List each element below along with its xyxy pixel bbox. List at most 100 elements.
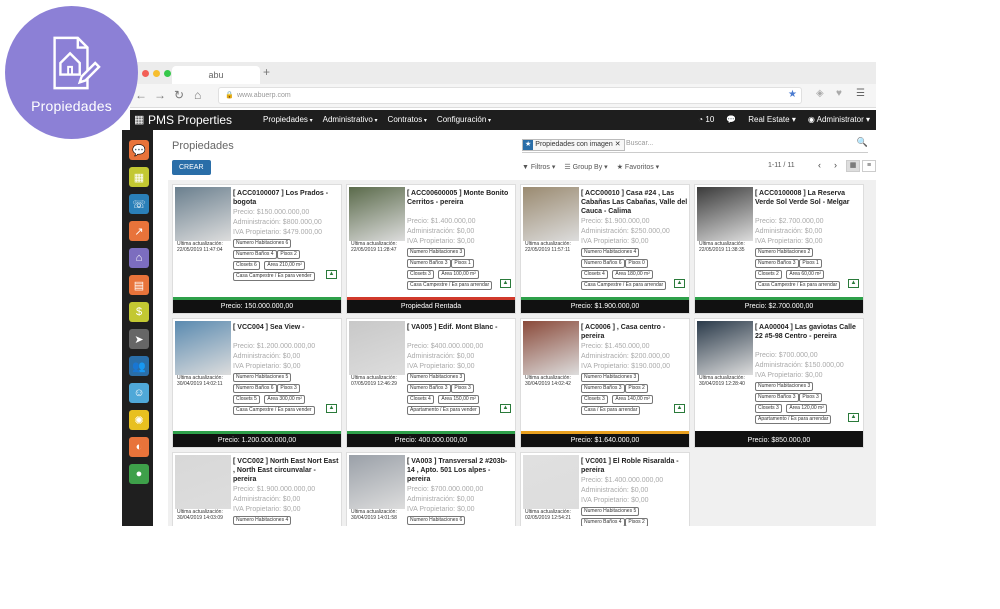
- property-iva: IVA Propietario: $0,00: [581, 238, 649, 245]
- property-tag: Pisos 2: [625, 384, 648, 393]
- property-admin-fee: Administración: $0,00: [407, 496, 475, 503]
- price-footer: Precio: 150.000.000,00: [173, 297, 341, 313]
- sidebar-app-icon[interactable]: ✺: [129, 410, 149, 430]
- property-tag: Area 300,00 m²: [264, 395, 305, 404]
- url-field[interactable]: 🔒 www.abuerp.com ★: [218, 87, 802, 104]
- property-card[interactable]: [ VCC002 ] North East Nort East , North …: [172, 452, 342, 526]
- chat-icon[interactable]: 💬: [726, 115, 736, 124]
- image-gallery-icon[interactable]: ▲: [674, 279, 685, 288]
- apps-grid-icon[interactable]: ▦: [134, 113, 144, 126]
- sidebar-app-icon[interactable]: ➤: [129, 329, 149, 349]
- property-title: [ AC0006 ] , Casa centro - pereira: [581, 324, 666, 340]
- back-icon[interactable]: ←: [135, 88, 147, 102]
- create-button[interactable]: CREAR: [172, 160, 211, 175]
- image-gallery-icon[interactable]: ▲: [500, 279, 511, 288]
- sidebar-app-icon[interactable]: $: [129, 302, 149, 322]
- menu-configuracion[interactable]: Configuración: [437, 115, 491, 124]
- property-tag: Area 100,00 m²: [438, 270, 479, 279]
- maximize-dot[interactable]: [164, 70, 171, 77]
- property-card[interactable]: [ VC001 ] El Roble Risaralda - pereira Pr…: [520, 452, 690, 526]
- shield-icon[interactable]: ◈: [816, 88, 824, 99]
- property-tag: Pisos 0: [625, 259, 648, 268]
- last-updated: Ultima actualización: 07/05/2019 12:46:29: [351, 375, 407, 387]
- sidebar-app-icon[interactable]: ☺: [129, 383, 149, 403]
- forward-icon[interactable]: →: [154, 88, 166, 102]
- company-switcher[interactable]: Real Estate ▾: [748, 115, 796, 124]
- price-footer: Precio: 400.000.000,00: [347, 431, 515, 447]
- favorites-dropdown[interactable]: ★ Favoritos ▾: [617, 163, 660, 171]
- property-image: [523, 455, 579, 509]
- property-card[interactable]: [ ACC00600005 ] Monte Bonito Cerritos - …: [346, 184, 516, 314]
- updated-date: 30/04/2019 14:03:09: [177, 515, 223, 521]
- sidebar-app-icon[interactable]: ●: [129, 464, 149, 484]
- property-card[interactable]: [ VCC004 ] Sea View - Precio: $1.200.000.…: [172, 318, 342, 448]
- property-tag: Numero Habitaciones 4: [233, 516, 292, 525]
- sidebar-app-icon[interactable]: ◐: [129, 437, 149, 457]
- pager-value[interactable]: 1-11 / 11: [768, 162, 795, 169]
- sidebar-app-icon[interactable]: ☏: [129, 194, 149, 214]
- image-gallery-icon[interactable]: ▲: [848, 279, 859, 288]
- property-tag: Numero Habitaciones 4: [581, 248, 640, 257]
- sidebar-app-icon[interactable]: ▤: [129, 275, 149, 295]
- last-updated: Ultima actualización: 30/04/2019 14:01:58: [351, 509, 407, 521]
- kanban-view-icon[interactable]: ▦: [846, 160, 860, 172]
- updated-date: 02/05/2019 12:54:21: [525, 515, 571, 521]
- search-bar[interactable]: ★ Propiedades con imagen ✕ Buscar... 🔍: [522, 137, 868, 153]
- image-gallery-icon[interactable]: ▲: [500, 404, 511, 413]
- hamburger-menu-icon[interactable]: ☰: [856, 88, 865, 99]
- property-admin-fee: Administración: $0,00: [233, 496, 301, 503]
- list-view-icon[interactable]: ≡: [862, 160, 876, 172]
- notifications[interactable]: ◔ 10: [698, 115, 714, 124]
- browser-tab[interactable]: abu: [172, 66, 260, 84]
- minimize-dot[interactable]: [153, 70, 160, 77]
- image-gallery-icon[interactable]: ▲: [674, 404, 685, 413]
- menu-contratos[interactable]: Contratos: [388, 115, 427, 124]
- pager-previous-icon[interactable]: ‹: [818, 160, 821, 170]
- property-card[interactable]: [ VA005 ] Edif. Mont Blanc - Precio: $400…: [346, 318, 516, 448]
- property-card[interactable]: [ ACC0100008 ] La Reserva Verde Sol Verd…: [694, 184, 864, 314]
- sidebar-app-icon[interactable]: ▦: [129, 167, 149, 187]
- menu-administrativo[interactable]: Administrativo: [323, 115, 378, 124]
- lock-icon: 🔒: [225, 92, 234, 99]
- image-gallery-icon[interactable]: ▲: [848, 413, 859, 422]
- image-gallery-icon[interactable]: ▲: [326, 270, 337, 279]
- filters-dropdown[interactable]: ▼ Filtros ▾: [522, 163, 555, 171]
- image-gallery-icon[interactable]: ▲: [326, 404, 337, 413]
- property-tag: Numero Habitaciones 3: [581, 373, 640, 382]
- sidebar-app-icon[interactable]: ↗: [129, 221, 149, 241]
- property-title: [ ACC0100007 ] Los Prados - bogota: [233, 190, 329, 206]
- remove-facet-icon[interactable]: ✕: [615, 141, 621, 148]
- bookmark-star-icon[interactable]: ★: [788, 87, 797, 102]
- last-updated: Ultima actualización: 22/05/2019 11:28:47: [351, 241, 407, 253]
- property-card[interactable]: [ VA003 ] Transversal 2 #203b-14 , Apto.…: [346, 452, 516, 526]
- updated-date: 30/04/2019 12:28:40: [699, 381, 745, 387]
- property-card[interactable]: [ AA00004 ] Las gaviotas Calle 22 #5-98 …: [694, 318, 864, 448]
- sidebar-app-icon[interactable]: ⌂: [129, 248, 149, 268]
- menu-propiedades[interactable]: Propiedades: [263, 115, 313, 124]
- price-footer: Propiedad Rentada: [347, 297, 515, 313]
- property-tag: Pisos 3: [451, 384, 474, 393]
- odoo-topbar: ▦ PMS Properties Propiedades Administrat…: [130, 110, 876, 130]
- search-facet[interactable]: ★ Propiedades con imagen ✕: [522, 139, 625, 151]
- property-admin-fee: Administración: $0,00: [233, 353, 301, 360]
- property-title: [ ACC0100008 ] La Reserva Verde Sol Verd…: [755, 190, 850, 206]
- user-name: Administrator: [816, 115, 864, 124]
- close-dot[interactable]: [142, 70, 149, 77]
- home-icon[interactable]: ⌂: [194, 88, 201, 102]
- property-card[interactable]: [ ACC00010 ] Casa #24 , Las Cabañas Las …: [520, 184, 690, 314]
- search-icon[interactable]: 🔍: [857, 137, 868, 148]
- reload-icon[interactable]: ↻: [174, 88, 184, 102]
- property-image: [349, 187, 405, 241]
- sidebar-app-icon[interactable]: 👥: [129, 356, 149, 376]
- sidebar-app-icon[interactable]: 💬: [129, 140, 149, 160]
- property-title: [ VCC004 ] Sea View -: [233, 324, 305, 331]
- user-menu[interactable]: ◉ Administrator ▾: [808, 115, 870, 124]
- pager-next-icon[interactable]: ›: [834, 160, 837, 170]
- property-iva: IVA Propietario: $479.000,00: [233, 229, 322, 236]
- new-tab-icon[interactable]: +: [263, 65, 270, 79]
- search-input[interactable]: Buscar...: [626, 140, 653, 147]
- property-card[interactable]: [ AC0006 ] , Casa centro - pereira Precio…: [520, 318, 690, 448]
- heart-icon[interactable]: ♥: [836, 88, 842, 99]
- property-card[interactable]: [ ACC0100007 ] Los Prados - bogota Precio…: [172, 184, 342, 314]
- groupby-dropdown[interactable]: ☰ Group By ▾: [564, 163, 607, 171]
